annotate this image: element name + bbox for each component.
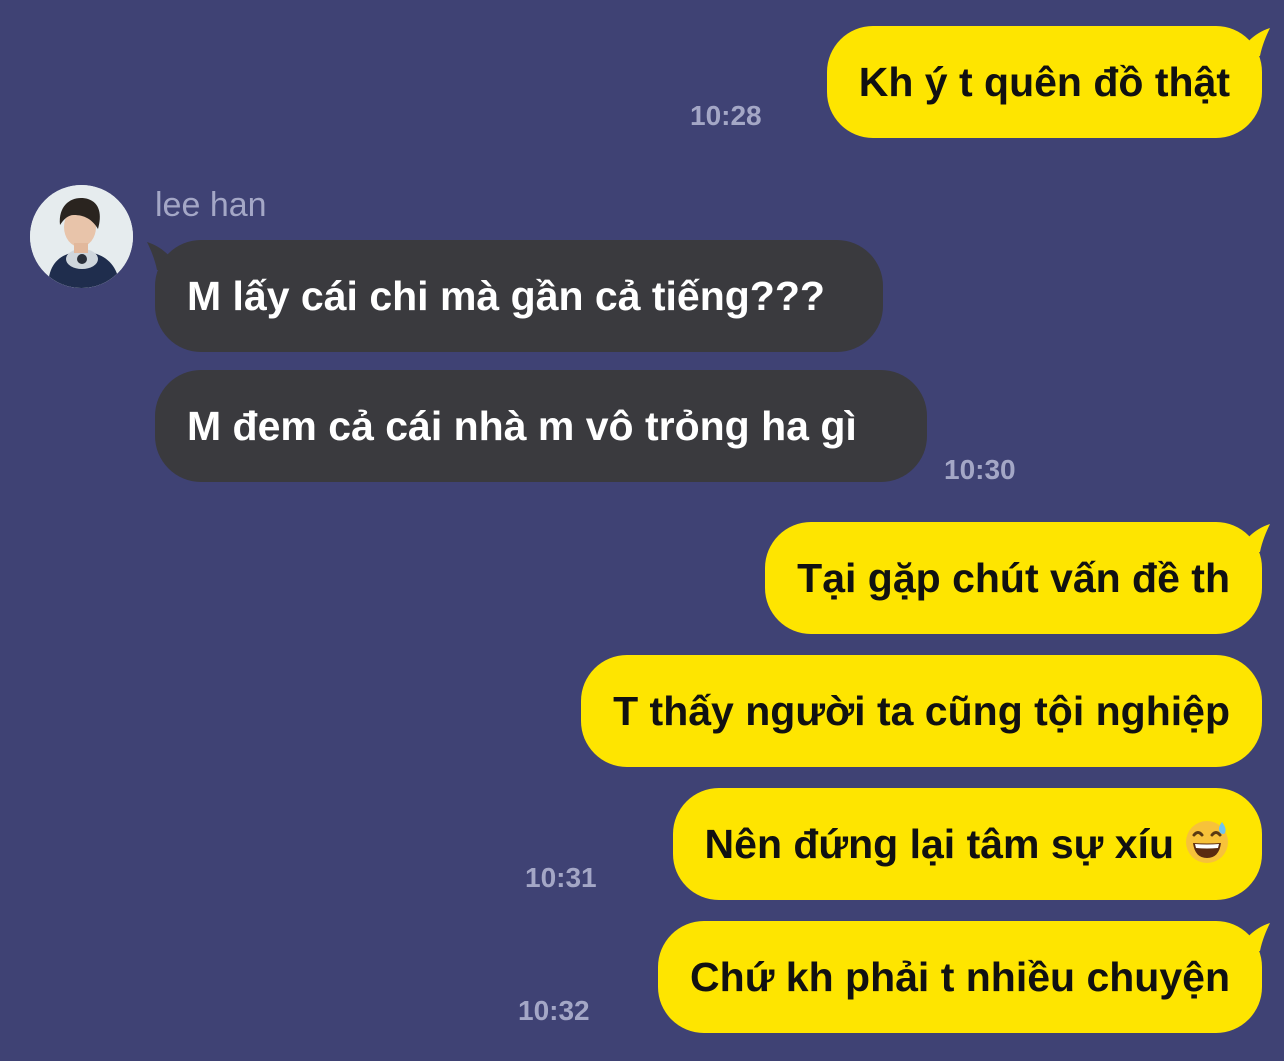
message-text: Tại gặp chút vấn đề th bbox=[797, 555, 1230, 601]
sender-name: lee han bbox=[155, 186, 267, 224]
contact-avatar[interactable] bbox=[30, 185, 133, 288]
message-bubble-incoming[interactable]: M đem cả cái nhà m vô trỏng ha gì bbox=[155, 370, 927, 482]
message-timestamp: 10:31 bbox=[525, 862, 597, 893]
message-timestamp: 10:30 bbox=[944, 454, 1016, 485]
message-text: Chứ kh phải t nhiều chuyện bbox=[690, 954, 1230, 1000]
message-text: Nên đứng lại tâm sự xíu bbox=[704, 821, 1174, 867]
message-timestamp: 10:28 bbox=[690, 100, 762, 131]
message-bubble-outgoing[interactable]: Kh ý t quên đồ thật bbox=[826, 26, 1262, 138]
message-bubble-outgoing[interactable]: Tại gặp chút vấn đề th bbox=[765, 522, 1262, 634]
message-bubble-outgoing[interactable]: Nên đứng lại tâm sự xíu bbox=[672, 788, 1262, 900]
message-bubble-outgoing[interactable]: T thấy người ta cũng tội nghiệp bbox=[581, 655, 1262, 767]
message-text: T thấy người ta cũng tội nghiệp bbox=[613, 688, 1230, 734]
message-bubble-incoming[interactable]: M lấy cái chi mà gần cả tiếng??? bbox=[155, 240, 883, 352]
message-text: M lấy cái chi mà gần cả tiếng??? bbox=[187, 273, 825, 319]
message-bubble-outgoing[interactable]: Chứ kh phải t nhiều chuyện bbox=[658, 921, 1262, 1033]
message-text: Kh ý t quên đồ thật bbox=[858, 59, 1230, 105]
message-timestamp: 10:32 bbox=[518, 995, 590, 1026]
message-text: M đem cả cái nhà m vô trỏng ha gì bbox=[187, 403, 857, 449]
grinning-face-with-sweat-icon bbox=[1186, 821, 1228, 863]
profile-photo-avatar-icon bbox=[30, 185, 133, 288]
